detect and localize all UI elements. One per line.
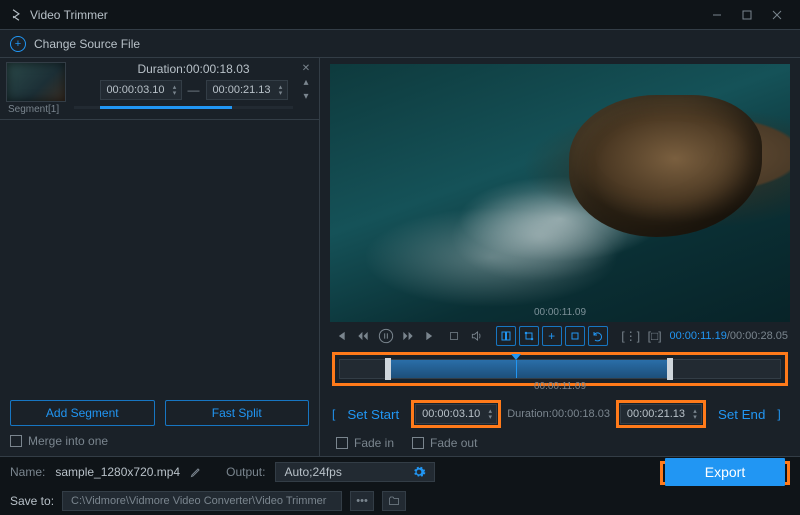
change-source-row[interactable]: + Change Source File (0, 30, 800, 58)
bracket-out-icon[interactable]: [□] (647, 327, 663, 345)
preview-time-overlay: 00:00:11.09 (534, 307, 586, 318)
segment-start-input[interactable]: ▴▾ (100, 80, 182, 100)
file-name: sample_1280x720.mp4 (55, 465, 180, 479)
timeline-highlight: 00:00:11.09 (332, 352, 788, 386)
undo-icon[interactable] (588, 326, 608, 346)
fades-row: Fade in Fade out (320, 434, 800, 456)
edit-name-icon[interactable] (190, 466, 202, 478)
export-highlight: Export (660, 461, 790, 485)
more-menu-icon[interactable]: ••• (350, 491, 374, 511)
play-pause-icon[interactable] (378, 327, 394, 345)
bottom-bar: Name: sample_1280x720.mp4 Output: Auto;2… (0, 456, 800, 515)
bracket-in-icon[interactable]: [⋮] (622, 327, 640, 345)
segment-label: Segment[1] (8, 104, 66, 115)
gear-icon[interactable] (412, 465, 426, 479)
save-path-field[interactable]: C:\Vidmore\Vidmore Video Converter\Video… (62, 491, 342, 511)
app-window: Video Trimmer + Change Source File Segme… (0, 0, 800, 515)
change-source-label: Change Source File (34, 37, 140, 51)
frame-back-icon[interactable] (355, 327, 371, 345)
left-panel: Segment[1] ✕ ▴ ▾ Duration:00:00:18.03 (0, 58, 320, 456)
segment-end-input[interactable]: ▴▾ (206, 80, 288, 100)
open-folder-icon[interactable] (382, 491, 406, 511)
maximize-button[interactable] (732, 5, 762, 25)
skip-back-icon[interactable] (332, 327, 348, 345)
segment-down-icon[interactable]: ▾ (299, 90, 313, 102)
start-time-input[interactable]: ▴▾ (415, 404, 497, 424)
chevron-down-icon[interactable]: ▾ (486, 414, 494, 420)
checkbox-icon (10, 435, 22, 447)
segment-progress (74, 106, 293, 109)
timeline-handle-start[interactable] (385, 358, 391, 380)
video-preview[interactable]: 00:00:11.09 (330, 64, 790, 322)
checkbox-icon (336, 437, 348, 449)
start-time-highlight: ▴▾ (411, 400, 501, 428)
chevron-down-icon[interactable]: ▾ (691, 414, 699, 420)
merge-into-one-checkbox[interactable]: Merge into one (10, 434, 309, 448)
merge-label: Merge into one (28, 434, 108, 448)
output-label: Output: (226, 465, 265, 479)
skip-forward-icon[interactable] (423, 327, 439, 345)
add-segment-button[interactable]: Add Segment (10, 400, 155, 426)
range-dash: — (188, 83, 200, 97)
set-start-button[interactable]: Set Start (341, 403, 405, 425)
frame-forward-icon[interactable] (401, 327, 417, 345)
segment-item[interactable]: Segment[1] ✕ ▴ ▾ Duration:00:00:18.03 (0, 58, 319, 120)
chevron-down-icon[interactable]: ▾ (277, 90, 285, 96)
segment-thumbnail (6, 62, 66, 102)
end-time-input[interactable]: ▴▾ (620, 404, 702, 424)
right-panel: 00:00:11.09 + [⋮] (320, 58, 800, 456)
segment-up-icon[interactable]: ▴ (299, 76, 313, 88)
timeline[interactable]: 00:00:11.09 (339, 359, 781, 379)
time-counter: 00:00:11.19/00:00:28.05 (670, 330, 788, 342)
end-time-highlight: ▴▾ (616, 400, 706, 428)
duration-label: Duration:00:00:18.03 (507, 408, 610, 420)
add-split-icon[interactable]: + (542, 326, 562, 346)
chevron-down-icon[interactable]: ▾ (171, 90, 179, 96)
segment-duration: Duration:00:00:18.03 (74, 62, 313, 76)
set-end-button[interactable]: Set End (712, 403, 771, 425)
bracket-right-icon: ] (777, 407, 780, 421)
main-area: Segment[1] ✕ ▴ ▾ Duration:00:00:18.03 (0, 58, 800, 456)
save-to-label: Save to: (10, 494, 54, 508)
app-logo-icon (8, 7, 24, 23)
plus-circle-icon: + (10, 36, 26, 52)
minimize-button[interactable] (702, 5, 732, 25)
transport-controls: + [⋮] [□] 00:00:11.19/00:00:28.05 (320, 322, 800, 350)
checkbox-icon (412, 437, 424, 449)
titlebar: Video Trimmer (0, 0, 800, 30)
stop-icon[interactable] (446, 327, 462, 345)
export-button[interactable]: Export (665, 458, 785, 486)
volume-icon[interactable] (469, 327, 485, 345)
segment-remove-icon[interactable]: ✕ (299, 62, 313, 74)
fade-out-checkbox[interactable]: Fade out (412, 436, 477, 450)
left-actions: Add Segment Fast Split Merge into one (0, 394, 319, 456)
copy-segment-icon[interactable] (496, 326, 516, 346)
timeline-handle-end[interactable] (667, 358, 673, 380)
timeline-under-label: 00:00:11.09 (534, 381, 586, 392)
output-select[interactable]: Auto;24fps (275, 462, 434, 482)
bracket-left-icon: [ (332, 407, 335, 421)
fast-split-button[interactable]: Fast Split (165, 400, 310, 426)
close-button[interactable] (762, 5, 792, 25)
name-label: Name: (10, 465, 45, 479)
remove-split-icon[interactable] (565, 326, 585, 346)
segment-list: Segment[1] ✕ ▴ ▾ Duration:00:00:18.03 (0, 58, 319, 394)
crop-icon[interactable] (519, 326, 539, 346)
inout-row: [ Set Start ▴▾ Duration:00:00:18.03 ▴▾ S… (320, 388, 800, 434)
window-title: Video Trimmer (30, 8, 108, 22)
fade-in-checkbox[interactable]: Fade in (336, 436, 394, 450)
